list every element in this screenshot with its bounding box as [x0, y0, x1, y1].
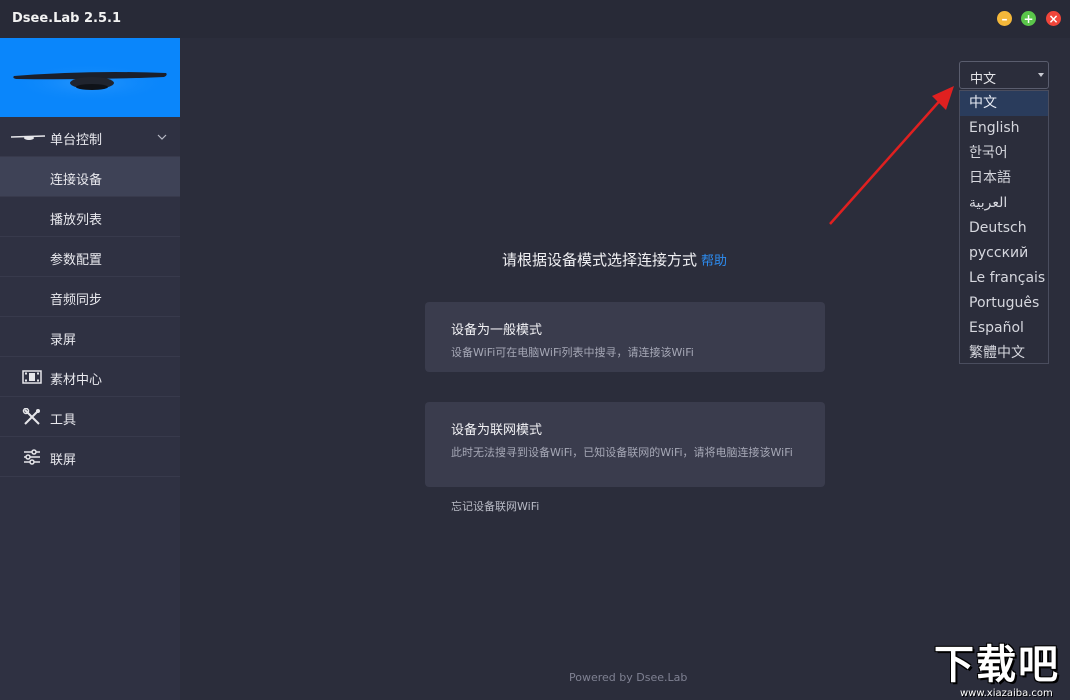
sidebar-item-label: 连接设备 — [50, 173, 103, 188]
language-option-ar[interactable]: العربية — [960, 191, 1048, 216]
sliders-icon — [24, 449, 40, 465]
language-option-fr[interactable]: Le français — [960, 266, 1048, 291]
sidebar-item-label: 录屏 — [50, 333, 77, 348]
film-icon — [22, 370, 42, 384]
card-description: 设备WiFi可在电脑WiFi列表中搜寻，请连接该WiFi — [451, 346, 694, 359]
language-option-zh[interactable]: 中文 — [960, 91, 1048, 116]
sidebar-item-label: 播放列表 — [50, 213, 103, 228]
sidebar-item-joint-screen[interactable]: 联屏 — [0, 437, 180, 477]
watermark-brand: 下载吧 — [934, 642, 1060, 688]
language-option-zh-tw[interactable]: 繁體中文 — [960, 341, 1048, 366]
maximize-button[interactable]: + — [1021, 11, 1036, 26]
card-title: 设备为联网模式 — [451, 423, 543, 438]
language-option-ko[interactable]: 한국어 — [960, 141, 1048, 166]
watermark-logo: 下载吧 www.xiazaiba.com — [930, 642, 1070, 700]
title-bar: Dsee.Lab 2.5.1 – + × — [0, 0, 1070, 38]
fan-device-icon — [10, 63, 170, 103]
annotation-arrow-icon — [829, 86, 954, 225]
watermark-url: www.xiazaiba.com — [960, 688, 1053, 699]
sidebar-item-label: 联屏 — [50, 453, 77, 468]
sidebar-item-single-control[interactable]: 单台控制 — [0, 117, 180, 157]
sidebar: 单台控制 连接设备 播放列表 参数配置 音频同步 录屏 素材中心 工具 联屏 — [0, 38, 180, 700]
device-icon — [10, 135, 46, 140]
help-link[interactable]: 帮助 — [701, 254, 727, 269]
heading-text: 请根据设备模式选择连接方式 — [502, 251, 698, 269]
close-button[interactable]: × — [1046, 11, 1061, 26]
sidebar-item-connect-device[interactable]: 连接设备 — [0, 157, 180, 197]
powered-by-text: Powered by Dsee.Lab — [569, 671, 688, 684]
chevron-down-icon — [157, 134, 167, 140]
normal-mode-card[interactable]: 设备为一般模式 设备WiFi可在电脑WiFi列表中搜寻，请连接该WiFi — [425, 302, 825, 372]
sidebar-item-label: 工具 — [50, 413, 77, 428]
connection-heading: 请根据设备模式选择连接方式 帮助 — [502, 249, 727, 270]
minimize-button[interactable]: – — [997, 11, 1012, 26]
language-dropdown-list: 中文 English 한국어 日本語 العربية Deutsch русск… — [959, 90, 1049, 364]
sidebar-item-label: 单台控制 — [50, 133, 103, 148]
language-option-ja[interactable]: 日本語 — [960, 166, 1048, 191]
sidebar-item-parameters[interactable]: 参数配置 — [0, 237, 180, 277]
network-mode-card[interactable]: 设备为联网模式 此时无法搜寻到设备WiFi，已知设备联网的WiFi，请将电脑连接… — [425, 402, 825, 487]
device-banner-image — [0, 38, 180, 117]
language-option-ru[interactable]: русский — [960, 241, 1048, 266]
card-title: 设备为一般模式 — [451, 323, 543, 338]
language-option-es[interactable]: Español — [960, 316, 1048, 341]
caret-down-icon — [1038, 73, 1044, 77]
sidebar-item-audio-sync[interactable]: 音频同步 — [0, 277, 180, 317]
sidebar-item-label: 音频同步 — [50, 293, 103, 308]
language-selected-value: 中文 — [970, 72, 997, 87]
sidebar-item-label: 参数配置 — [50, 253, 103, 268]
sidebar-item-label: 素材中心 — [50, 373, 103, 388]
sidebar-item-playlist[interactable]: 播放列表 — [0, 197, 180, 237]
language-option-pt[interactable]: Português — [960, 291, 1048, 316]
app-title: Dsee.Lab 2.5.1 — [12, 11, 122, 26]
language-select[interactable]: 中文 — [959, 61, 1049, 89]
card-description: 此时无法搜寻到设备WiFi，已知设备联网的WiFi，请将电脑连接该WiFi — [451, 446, 793, 459]
sidebar-item-material-center[interactable]: 素材中心 — [0, 357, 180, 397]
language-option-de[interactable]: Deutsch — [960, 216, 1048, 241]
language-option-en[interactable]: English — [960, 116, 1048, 141]
sidebar-item-screen-record[interactable]: 录屏 — [0, 317, 180, 357]
tools-icon — [22, 408, 40, 425]
sidebar-item-tools[interactable]: 工具 — [0, 397, 180, 437]
forget-wifi-link[interactable]: 忘记设备联网WiFi — [451, 498, 539, 514]
